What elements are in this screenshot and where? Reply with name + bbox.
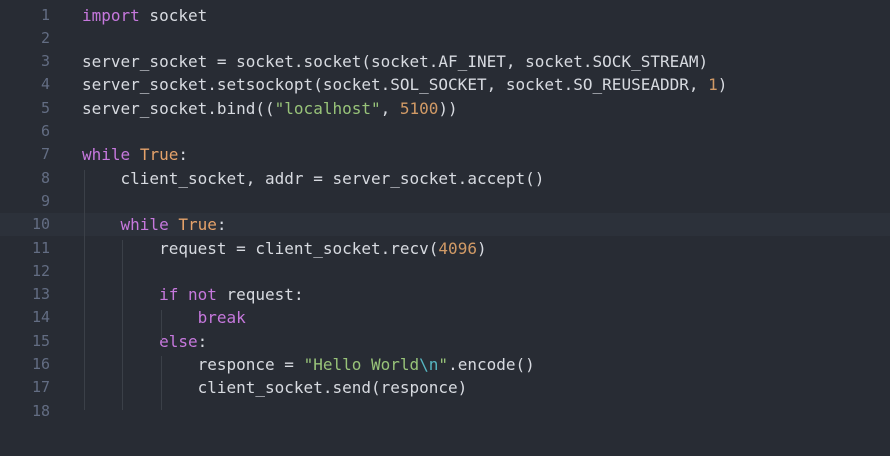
code-token: : (197, 331, 208, 351)
code-text: server_socket.bind(("localhost", 5100)) (82, 97, 458, 120)
code-line[interactable]: 11 request = client_socket.recv(4096) (0, 237, 890, 260)
code-token: while (82, 145, 131, 165)
code-line[interactable]: 8 client_socket, addr = server_socket.ac… (0, 167, 890, 190)
code-token: "localhost" (274, 98, 381, 118)
code-line[interactable]: 5 server_socket.bind(("localhost", 5100)) (0, 97, 890, 120)
line-number: 10 (31, 215, 50, 234)
code-line[interactable]: 7 while True: (0, 143, 890, 166)
code-line[interactable]: 16 responce = "Hello World\n".encode() (0, 353, 890, 376)
code-text: else: (82, 330, 207, 353)
indent-guide (122, 240, 123, 410)
code-line[interactable]: 18 (0, 400, 890, 423)
code-token: client_socket, addr = server_socket.acce… (82, 168, 545, 188)
code-token: import (82, 5, 140, 25)
code-token: .encode() (448, 355, 535, 374)
code-line[interactable]: 10 while True: (0, 213, 890, 237)
code-token: else (159, 331, 198, 351)
code-text: while True: (82, 213, 227, 236)
line-number: 3 (40, 52, 50, 71)
code-token: 1 (708, 75, 718, 95)
code-token: server_socket.setsockopt(socket.SOL_SOCK… (82, 75, 709, 95)
line-number: 12 (31, 261, 50, 280)
line-number: 17 (31, 378, 50, 397)
code-token: True (139, 145, 179, 165)
line-number: 15 (31, 331, 50, 350)
code-line[interactable]: 6 (0, 120, 890, 143)
code-token: " (438, 355, 449, 374)
code-text: server_socket = socket.socket(socket.AF_… (82, 50, 708, 73)
line-number: 18 (31, 401, 50, 420)
code-token: client_socket.send(responce) (82, 378, 468, 398)
code-token: ) (476, 238, 487, 258)
code-token: "Hello World (303, 355, 420, 374)
code-text: import socket (82, 4, 207, 27)
line-number: 16 (31, 355, 50, 373)
code-token: ) (717, 75, 728, 95)
line-number: 4 (40, 75, 50, 94)
code-token: responce = (82, 355, 304, 374)
code-line[interactable]: 2 (0, 27, 890, 50)
code-line[interactable]: 1 import socket (0, 4, 890, 27)
code-token: not (187, 285, 217, 305)
code-text: responce = "Hello World\n".encode() (82, 353, 535, 376)
line-number: 5 (40, 98, 50, 117)
line-number: 7 (40, 145, 50, 164)
line-number: 11 (31, 238, 50, 257)
code-token: 4096 (438, 238, 477, 258)
line-number: 1 (40, 5, 50, 24)
line-number: 2 (40, 28, 50, 47)
code-text: if not request: (82, 283, 304, 306)
code-token: server_socket.bind(( (82, 98, 275, 118)
line-number: 8 (40, 168, 50, 187)
code-token: socket (139, 5, 208, 25)
code-line[interactable]: 17 client_socket.send(responce) (0, 376, 890, 399)
indent-guide (161, 356, 162, 410)
code-text: request = client_socket.recv(4096) (82, 237, 487, 260)
code-text: break (82, 306, 246, 329)
code-line[interactable]: 15 else: (0, 330, 890, 353)
line-number: 6 (40, 122, 50, 140)
code-text: client_socket, addr = server_socket.acce… (82, 167, 545, 190)
code-token: \n (419, 355, 439, 374)
code-token: server_socket = socket.socket(socket.AF_… (82, 52, 709, 72)
code-text: server_socket.setsockopt(socket.SOL_SOCK… (82, 73, 727, 96)
code-token: request = client_socket.recv( (82, 238, 439, 258)
line-number: 14 (31, 308, 50, 327)
code-token: 5100 (399, 98, 439, 118)
indent-guide (161, 310, 162, 340)
code-line[interactable]: 3 server_socket = socket.socket(socket.AF… (0, 50, 890, 73)
line-number: 13 (31, 285, 50, 304)
code-token: : (178, 145, 188, 165)
code-token: , (380, 98, 400, 118)
code-token: request: (216, 285, 304, 305)
code-token: )) (438, 98, 458, 118)
code-token: break (197, 308, 246, 328)
code-line[interactable]: 9 (0, 190, 890, 213)
code-token: True (178, 215, 217, 235)
indent-guide (84, 170, 85, 410)
code-editor[interactable]: 1 import socket 2 3 server_socket = socket.s… (0, 0, 890, 456)
line-number: 9 (40, 191, 50, 210)
code-token: while (120, 215, 169, 235)
code-text: while True: (82, 143, 188, 166)
code-line[interactable]: 4 server_socket.setsockopt(socket.SOL_SOC… (0, 73, 890, 96)
code-line[interactable]: 14 break (0, 306, 890, 329)
code-text: client_socket.send(responce) (82, 376, 468, 399)
code-line[interactable]: 13 if not request: (0, 283, 890, 306)
code-token: if (159, 285, 179, 305)
code-line[interactable]: 12 (0, 260, 890, 283)
code-token: : (216, 215, 227, 235)
